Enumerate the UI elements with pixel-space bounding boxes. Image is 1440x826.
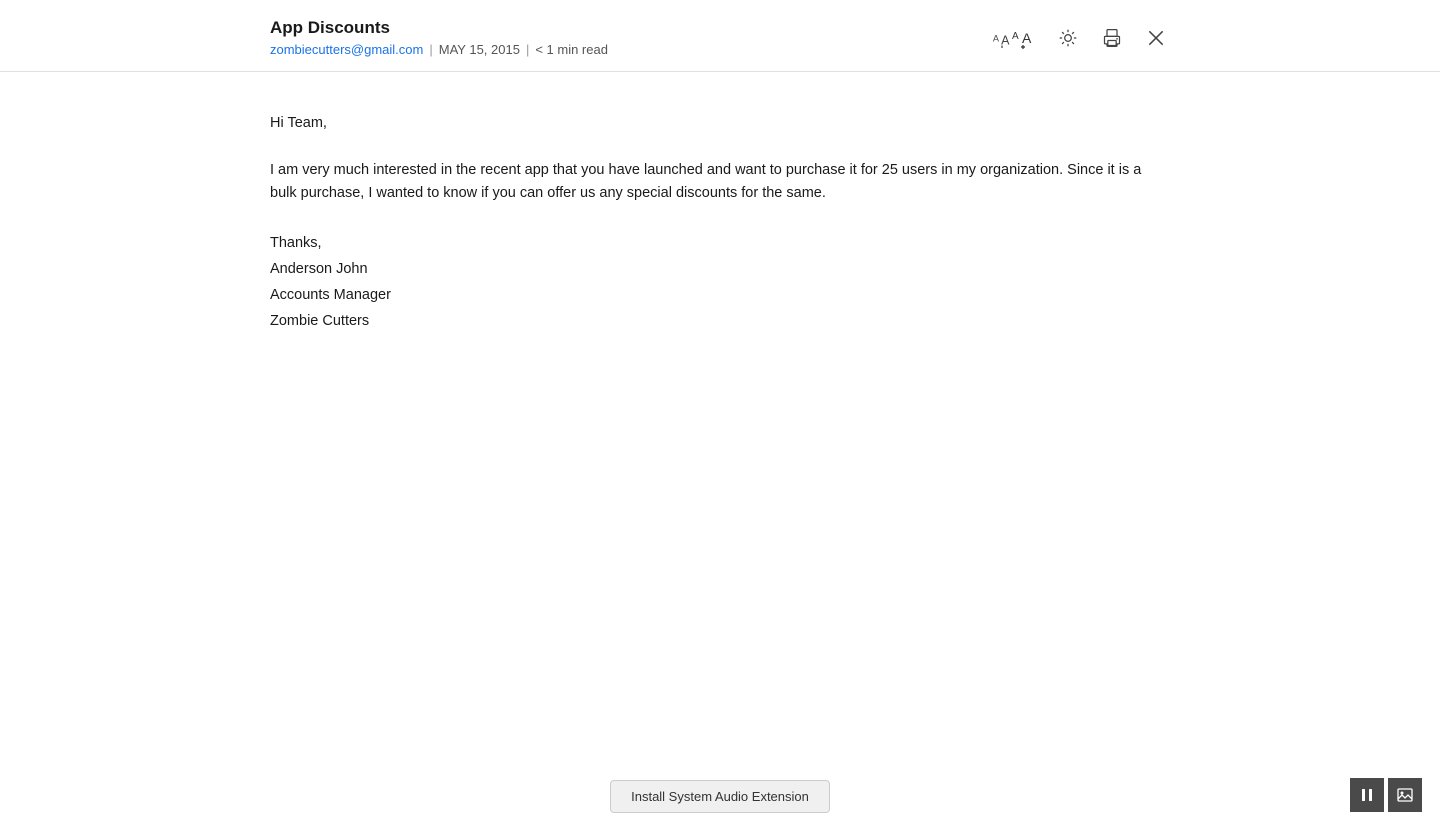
sender-name: Anderson John — [270, 256, 1170, 282]
image-icon — [1397, 787, 1413, 803]
font-cursor-icon: A A — [1012, 26, 1034, 50]
sender-title: Accounts Manager — [270, 282, 1170, 308]
install-audio-button[interactable]: Install System Audio Extension — [610, 780, 830, 813]
print-button[interactable] — [1098, 24, 1126, 52]
close-icon — [1146, 28, 1166, 48]
thanks-line: Thanks, — [270, 230, 1170, 256]
email-meta: zombiecutters@gmail.com | MAY 15, 2015 |… — [270, 42, 608, 57]
sender-company: Zombie Cutters — [270, 308, 1170, 334]
email-header: App Discounts zombiecutters@gmail.com | … — [0, 0, 1440, 72]
pause-icon — [1359, 787, 1375, 803]
sender-email[interactable]: zombiecutters@gmail.com — [270, 42, 423, 57]
email-date: MAY 15, 2015 — [439, 42, 520, 57]
body-paragraph: I am very much interested in the recent … — [270, 159, 1170, 205]
font-size-icon: A A — [992, 28, 1012, 48]
email-header-actions: A A A A — [988, 18, 1170, 54]
email-subject: App Discounts — [270, 18, 608, 38]
signature: Thanks, Anderson John Accounts Manager Z… — [270, 230, 1170, 334]
meta-separator: | — [429, 42, 432, 57]
brightness-icon — [1058, 28, 1078, 48]
email-viewer: App Discounts zombiecutters@gmail.com | … — [0, 0, 1440, 826]
close-button[interactable] — [1142, 24, 1170, 52]
svg-text:A: A — [993, 33, 1000, 43]
bottom-bar: Install System Audio Extension — [0, 766, 1440, 826]
greeting: Hi Team, — [270, 112, 1170, 135]
image-button[interactable] — [1388, 778, 1422, 812]
brightness-button[interactable] — [1054, 24, 1082, 52]
read-time: < 1 min read — [535, 42, 608, 57]
font-size-button[interactable]: A A A A — [988, 22, 1038, 54]
bottom-right-controls — [1350, 778, 1422, 812]
print-icon — [1102, 28, 1122, 48]
meta-separator2: | — [526, 42, 529, 57]
svg-text:A: A — [1012, 31, 1019, 42]
email-body: Hi Team, I am very much interested in th… — [0, 72, 1440, 826]
email-header-info: App Discounts zombiecutters@gmail.com | … — [270, 18, 608, 57]
svg-text:A: A — [1022, 30, 1032, 46]
pause-button[interactable] — [1350, 778, 1384, 812]
